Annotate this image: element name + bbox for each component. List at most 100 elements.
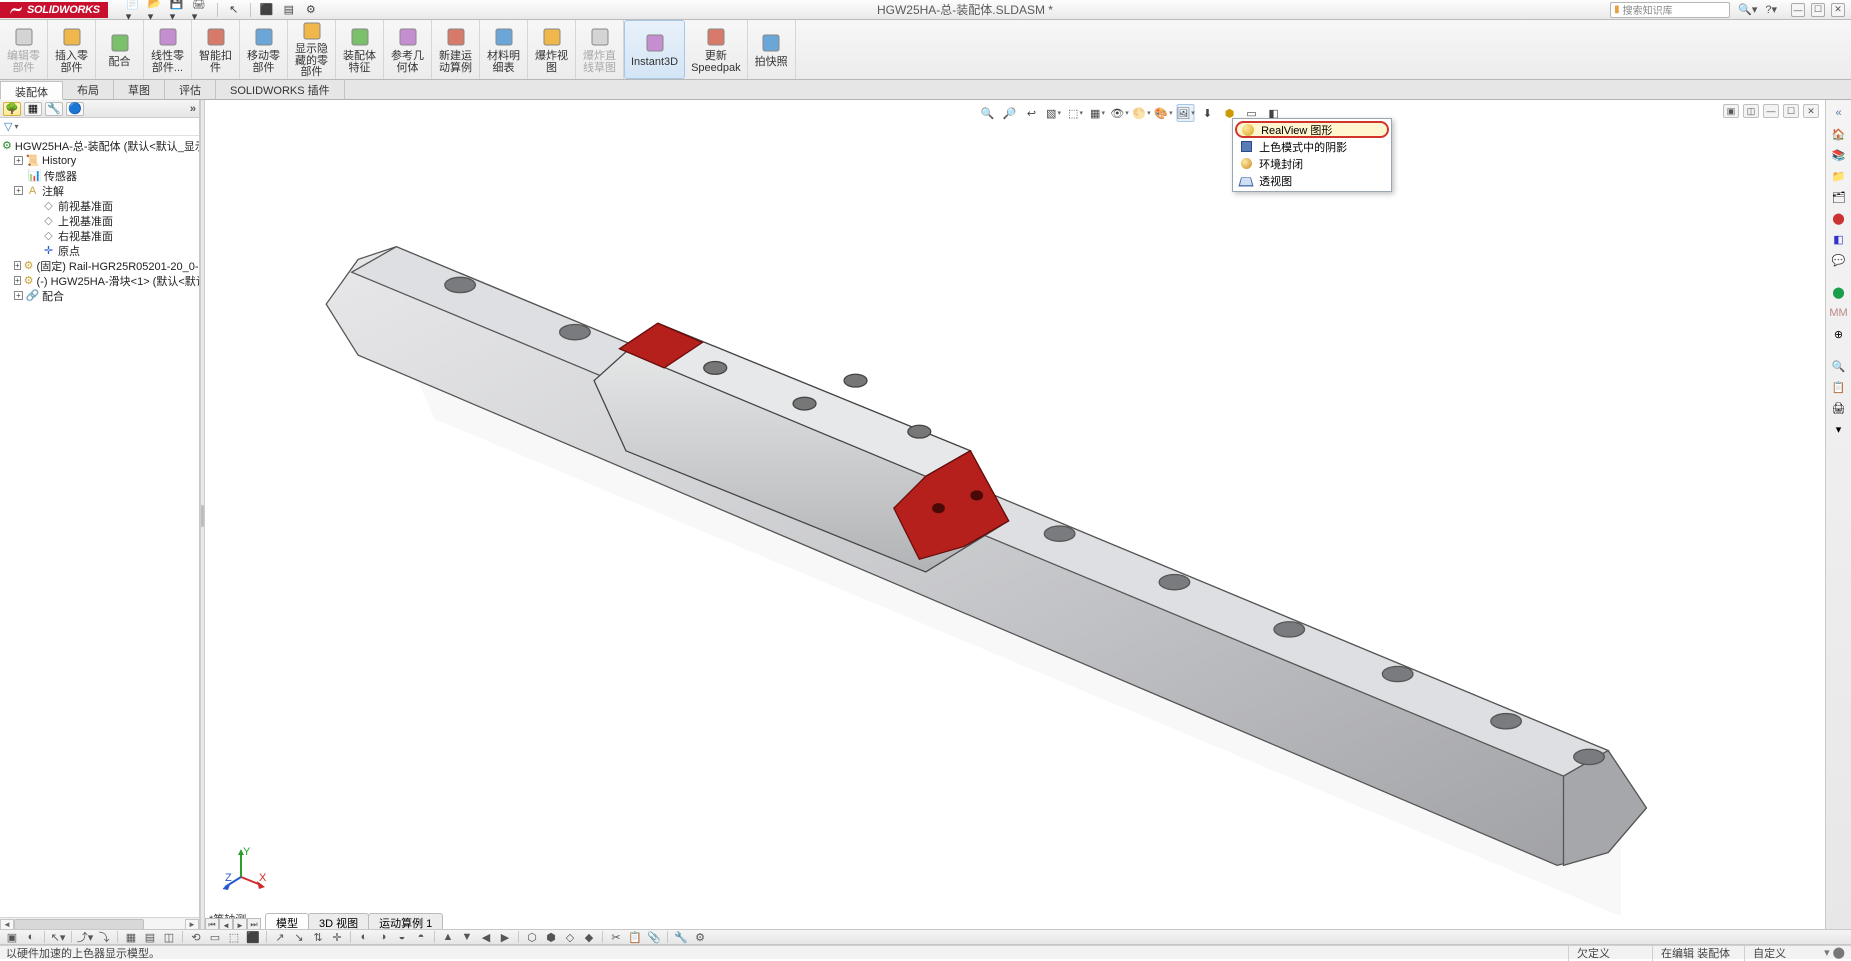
open-file-button[interactable]: 📂▾: [148, 2, 166, 18]
ribbon-智能扣件[interactable]: 智能扣 件: [192, 20, 240, 79]
expand-icon[interactable]: +: [14, 186, 23, 195]
bb-icon[interactable]: ⬢: [543, 930, 559, 944]
property-manager-tab[interactable]: ▦: [24, 102, 42, 116]
bb-icon[interactable]: ▲: [440, 930, 456, 944]
minimize-button[interactable]: —: [1791, 3, 1805, 17]
bb-icon[interactable]: ◆: [581, 930, 597, 944]
bb-icon[interactable]: ◫: [161, 930, 177, 944]
expand-icon[interactable]: +: [14, 291, 23, 300]
bb-icon[interactable]: ▣: [4, 930, 20, 944]
forum-icon[interactable]: 💬: [1829, 251, 1849, 269]
options-button[interactable]: ▤: [280, 2, 298, 18]
expand-icon[interactable]: +: [14, 276, 21, 285]
tree-filter[interactable]: ▽▾: [0, 118, 199, 136]
ribbon-tab-布局[interactable]: 布局: [63, 80, 114, 99]
cog-icon[interactable]: ⊕: [1829, 325, 1849, 343]
ribbon-更新Speedpak[interactable]: 更新 Speedpak: [685, 20, 748, 79]
bb-icon[interactable]: ◓: [413, 930, 429, 944]
bb-icon[interactable]: ▭: [207, 930, 223, 944]
view-palette-icon[interactable]: 🗂: [1829, 188, 1849, 206]
bb-icon[interactable]: ↘: [291, 930, 307, 944]
design-library-icon[interactable]: 📚: [1829, 146, 1849, 164]
bb-icon[interactable]: ⇅: [310, 930, 326, 944]
tree-item-(-) HGW25HA-滑块<1> (默认<默认_[interactable]: +⚙(-) HGW25HA-滑块<1> (默认<默认_: [0, 273, 199, 288]
display-manager-tab[interactable]: 🔵: [66, 102, 84, 116]
sidebar-expand-icon[interactable]: »: [190, 103, 196, 115]
ribbon-tab-装配体[interactable]: 装配体: [0, 81, 63, 100]
search-icon[interactable]: 🔍▾: [1738, 3, 1757, 16]
cursor-button[interactable]: ↖: [225, 2, 243, 18]
clipboard-icon[interactable]: 📋: [1829, 378, 1849, 396]
settings-button[interactable]: ⚙: [302, 2, 320, 18]
bb-icon[interactable]: ◐: [356, 930, 372, 944]
ribbon-材料明细表[interactable]: 材料明 细表: [480, 20, 528, 79]
bb-icon[interactable]: ▼: [459, 930, 475, 944]
measure-icon[interactable]: MM: [1829, 304, 1849, 322]
resources-icon[interactable]: 🏠: [1829, 125, 1849, 143]
file-explorer-icon[interactable]: 📁: [1829, 167, 1849, 185]
print-button[interactable]: 🖨▾: [192, 2, 210, 18]
save-button[interactable]: 💾▾: [170, 2, 188, 18]
bb-icon[interactable]: 📎: [646, 930, 662, 944]
ribbon-插入零部件[interactable]: 插入零 部件: [48, 20, 96, 79]
configuration-tab[interactable]: 🔧: [45, 102, 63, 116]
ribbon-tab-SOLIDWORKS 插件[interactable]: SOLIDWORKS 插件: [216, 80, 345, 99]
bb-icon[interactable]: ⬚: [226, 930, 242, 944]
bb-icon[interactable]: ◒: [394, 930, 410, 944]
ribbon-显示隐藏的零部件[interactable]: 显示隐 藏的零 部件: [288, 20, 336, 79]
expand-icon[interactable]: +: [14, 261, 21, 270]
origin-marker-icon[interactable]: ⬤: [1829, 283, 1849, 301]
ribbon-移动零部件[interactable]: 移动零 部件: [240, 20, 288, 79]
ribbon-爆炸视图[interactable]: 爆炸视 图: [528, 20, 576, 79]
help-icon[interactable]: ?▾: [1765, 3, 1777, 16]
ribbon-拍快照[interactable]: 拍快照: [748, 20, 796, 79]
tree-item-上视基准面[interactable]: ◇上视基准面: [0, 213, 199, 228]
bb-icon[interactable]: ⤴▾: [77, 930, 93, 944]
bb-icon[interactable]: ✂: [608, 930, 624, 944]
bb-icon[interactable]: ⬡: [524, 930, 540, 944]
search-knowledge-input[interactable]: ▮ 搜索知识库: [1610, 2, 1730, 18]
bb-icon[interactable]: 🔧: [673, 930, 689, 944]
bb-icon[interactable]: ↗: [272, 930, 288, 944]
tree-item-注解[interactable]: +A注解: [0, 183, 199, 198]
bb-icon[interactable]: ◑: [375, 930, 391, 944]
ribbon-tab-草图[interactable]: 草图: [114, 80, 165, 99]
taskpane-expand-icon[interactable]: «: [1829, 104, 1849, 122]
ribbon-线性零部件...[interactable]: 线性零 部件...: [144, 20, 192, 79]
collapse-icon[interactable]: ▾: [1829, 420, 1849, 438]
bb-icon[interactable]: ▤: [142, 930, 158, 944]
tree-item-(固定) Rail-HGR25R05201-20_0-导轨[interactable]: +⚙(固定) Rail-HGR25R05201-20_0-导轨: [0, 258, 199, 273]
tree-item-传感器[interactable]: 📊传感器: [0, 168, 199, 183]
tree-item-原点[interactable]: ✛原点: [0, 243, 199, 258]
ribbon-装配体特征[interactable]: 装配体 特征: [336, 20, 384, 79]
tree-item-配合[interactable]: +🔗配合: [0, 288, 199, 303]
bb-icon[interactable]: 📋: [627, 930, 643, 944]
new-file-button[interactable]: 📄▾: [126, 2, 144, 18]
maximize-button[interactable]: ☐: [1811, 3, 1825, 17]
feature-tree-tab[interactable]: 🌳: [3, 102, 21, 116]
print-pane-icon[interactable]: 🖨: [1829, 399, 1849, 417]
tree-item-右视基准面[interactable]: ◇右视基准面: [0, 228, 199, 243]
search-pane-icon[interactable]: 🔍: [1829, 357, 1849, 375]
bb-icon[interactable]: ◀: [478, 930, 494, 944]
bb-icon[interactable]: ✛: [329, 930, 345, 944]
graphics-area[interactable]: 🔍 🔎 ↩ ▧ ⬚ ▦ 👁 🌕 🎨 🖼 ⬇ ⬢ ▭ ◧ ▣ ◫ — ☐ ✕ Re…: [205, 100, 1825, 931]
bb-icon[interactable]: ▶: [497, 930, 513, 944]
ribbon-新建运动算例[interactable]: 新建运 动算例: [432, 20, 480, 79]
tree-item-前视基准面[interactable]: ◇前视基准面: [0, 198, 199, 213]
bb-icon[interactable]: ⚙: [692, 930, 708, 944]
ribbon-tab-评估[interactable]: 评估: [165, 80, 216, 99]
bb-icon[interactable]: ▦: [123, 930, 139, 944]
bb-icon[interactable]: ⟲: [188, 930, 204, 944]
rebuild-button[interactable]: ⬛: [258, 2, 276, 18]
bb-icon[interactable]: ◇: [562, 930, 578, 944]
ribbon-Instant3D[interactable]: Instant3D: [624, 20, 685, 79]
ribbon-配合[interactable]: 配合: [96, 20, 144, 79]
bb-icon[interactable]: ◐: [23, 930, 39, 944]
expand-icon[interactable]: +: [14, 156, 23, 165]
bb-icon[interactable]: ⤵: [96, 930, 112, 944]
bb-icon[interactable]: ↖▾: [50, 930, 66, 944]
close-button[interactable]: ✕: [1831, 3, 1845, 17]
ribbon-参考几何体[interactable]: 参考几 何体: [384, 20, 432, 79]
tree-root[interactable]: ⚙HGW25HA-总-装配体 (默认<默认_显示: [0, 138, 199, 153]
